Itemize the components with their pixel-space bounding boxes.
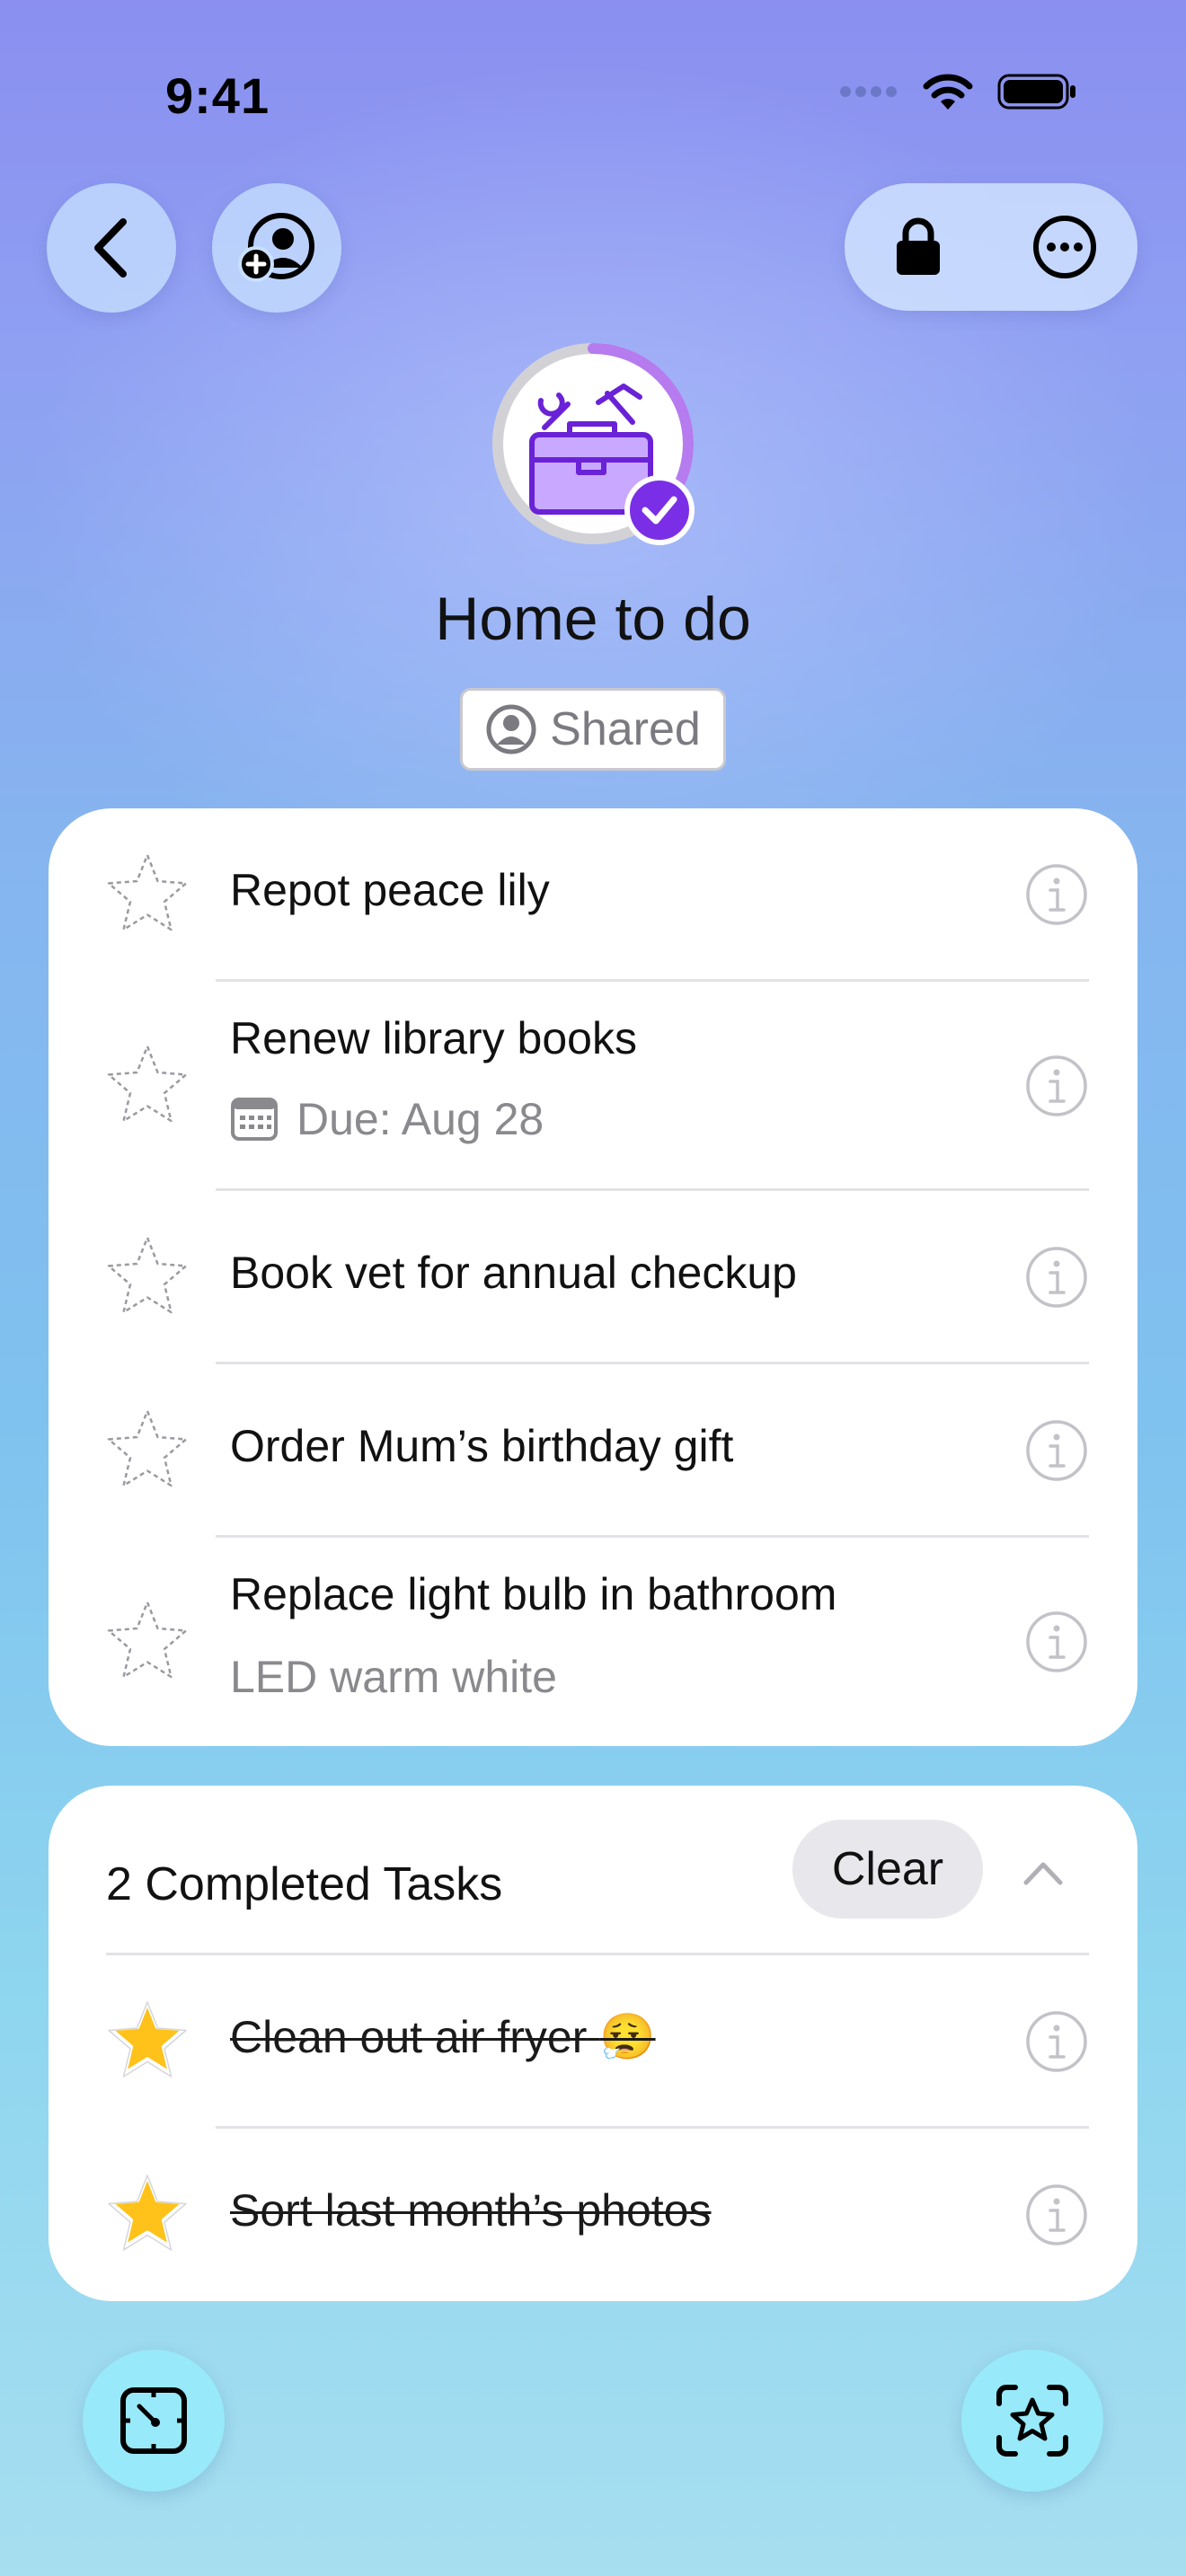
task-row[interactable]: Book vet for annual checkup	[49, 1191, 1137, 1362]
list-title: Home to do	[435, 585, 751, 653]
status-bar: 9:41	[0, 0, 1186, 180]
info-icon[interactable]	[1024, 1610, 1089, 1674]
star-outline-icon[interactable]	[101, 1039, 194, 1133]
task-row[interactable]: Renew library books Due: Aug 28	[49, 982, 1137, 1188]
timer-frame-icon	[120, 2387, 187, 2454]
timer-button[interactable]	[83, 2350, 225, 2492]
lock-button[interactable]	[845, 183, 991, 311]
back-button[interactable]	[47, 183, 176, 313]
ellipsis-circle-icon	[1032, 216, 1096, 278]
task-title: Replace light bulb in bathroom	[230, 1569, 837, 1619]
status-icons	[839, 72, 1078, 111]
completed-title: Sort last month’s photos	[230, 2185, 712, 2236]
star-outline-icon[interactable]	[101, 1595, 194, 1689]
star-scan-icon	[996, 2385, 1068, 2457]
star-scan-button[interactable]	[961, 2350, 1103, 2492]
star-outline-icon[interactable]	[101, 1404, 194, 1497]
task-title: Repot peace lily	[230, 865, 550, 915]
lock-icon	[896, 217, 940, 275]
task-row[interactable]: Repot peace lily	[49, 808, 1137, 979]
person-circle-icon	[486, 704, 536, 754]
info-icon[interactable]	[1024, 2009, 1089, 2074]
add-person-button[interactable]	[212, 183, 341, 313]
toolbar-pill	[845, 183, 1137, 311]
completed-row[interactable]: Clean out air fryer 😮‍💨	[49, 1955, 1137, 2126]
signal-dots-icon	[840, 86, 897, 97]
star-outline-icon[interactable]	[101, 848, 194, 941]
calendar-icon	[231, 1098, 278, 1141]
star-filled-icon[interactable]	[101, 1993, 194, 2086]
task-row[interactable]: Order Mum’s birthday gift	[49, 1364, 1137, 1535]
task-note: LED warm white	[230, 1652, 557, 1702]
task-title: Order Mum’s birthday gift	[230, 1421, 734, 1471]
info-icon[interactable]	[1024, 862, 1089, 927]
star-outline-icon[interactable]	[101, 1231, 194, 1324]
info-icon[interactable]	[1024, 1054, 1089, 1118]
toolbox-icon	[492, 343, 695, 545]
task-title: Renew library books	[230, 1013, 637, 1063]
face-emoji: 😮‍💨	[599, 2012, 656, 2062]
battery-icon	[997, 74, 1075, 110]
clear-button[interactable]: Clear	[792, 1820, 983, 1919]
shared-label: Shared	[550, 703, 701, 755]
completed-row[interactable]: Sort last month’s photos	[49, 2129, 1137, 2301]
tasks-card: Repot peace lily Renew library books Due…	[49, 808, 1137, 1746]
person-add-icon	[238, 213, 314, 282]
info-icon[interactable]	[1024, 1245, 1089, 1310]
chevron-up-icon[interactable]	[1019, 1848, 1067, 1897]
task-title: Book vet for annual checkup	[230, 1248, 797, 1298]
chevron-left-icon	[94, 218, 127, 278]
completed-card: 2 Completed Tasks Clear Clean out air fr…	[49, 1786, 1137, 2301]
info-icon[interactable]	[1024, 1418, 1089, 1483]
star-filled-icon[interactable]	[101, 2166, 194, 2260]
status-time: 9:41	[165, 67, 270, 124]
info-icon[interactable]	[1024, 2183, 1089, 2247]
task-due-label: Due: Aug 28	[296, 1094, 544, 1144]
more-button[interactable]	[991, 183, 1137, 311]
completed-count: 2 Completed Tasks	[106, 1858, 503, 1910]
task-due: Due: Aug 28	[230, 1093, 544, 1145]
completed-title: Clean out air fryer 😮‍💨	[230, 2012, 656, 2062]
shared-badge[interactable]: Shared	[460, 688, 726, 771]
wifi-icon	[923, 74, 973, 110]
task-row[interactable]: Replace light bulb in bathroom LED warm …	[49, 1538, 1137, 1746]
